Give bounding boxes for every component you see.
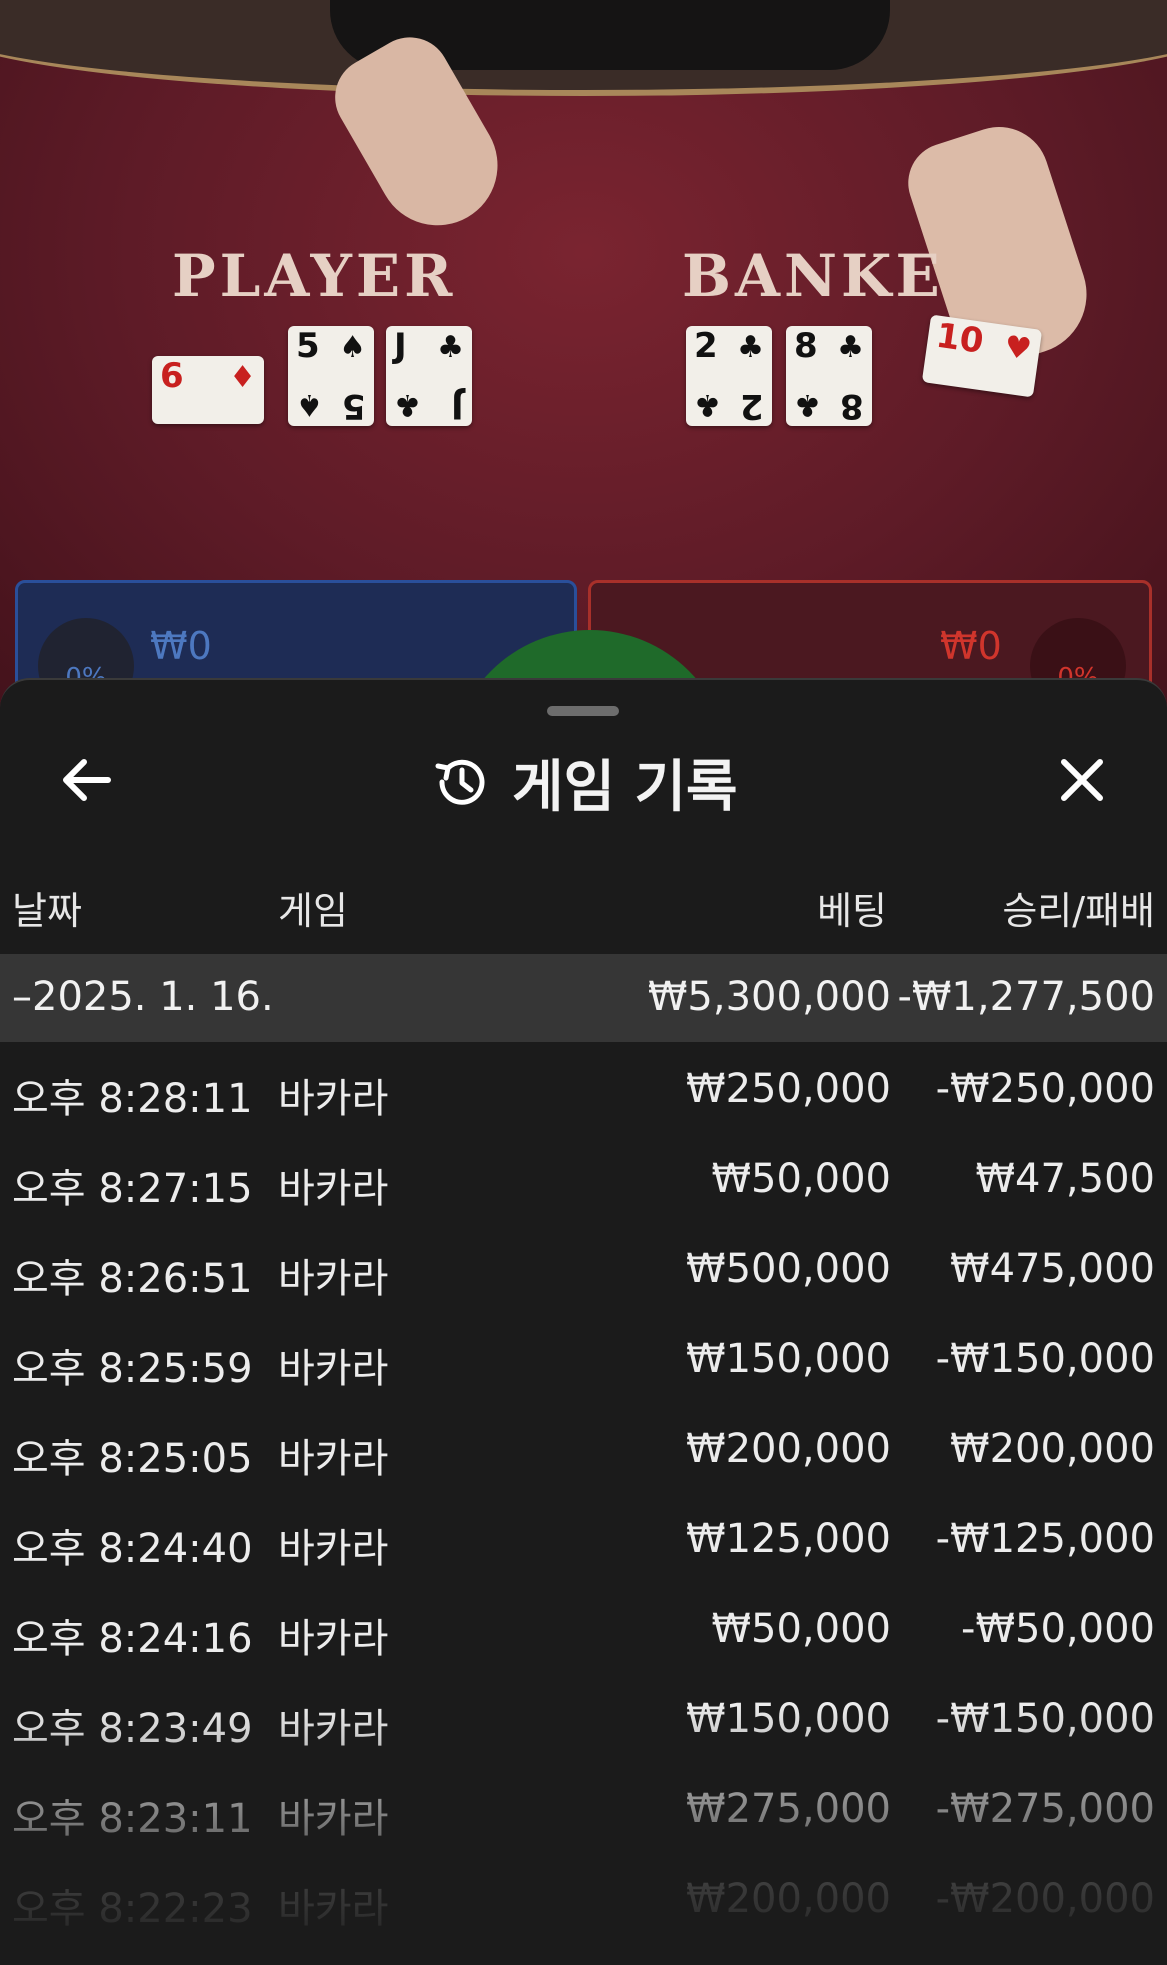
sheet-drag-handle[interactable] [547, 706, 619, 716]
row-time: 오후 8:23:49 [12, 1706, 253, 1752]
sheet-title: 게임 기록 [512, 754, 738, 820]
row-bet: ₩250,000 [686, 1066, 891, 1112]
row-game: 바카라 [278, 1886, 389, 1932]
history-list[interactable]: 오후 8:28:11 바카라 ₩250,000 -₩250,000 오후 8:2… [0, 1042, 1167, 1965]
live-table-video: PLAYER BANKE 6 ♦ 5 ♠ 5 ♠ J ♣ J ♣ 2 ♣ 2 ♣ 8 ♣ 8 ♣ … [0, 0, 1167, 720]
history-row[interactable]: 오후 8:27:15 바카라 ₩50,000 ₩47,500 [0, 1132, 1167, 1222]
row-time: 오후 8:28:11 [12, 1076, 253, 1122]
player-card-2: 5 ♠ 5 ♠ [288, 326, 374, 426]
history-row[interactable]: 오후 8:28:11 바카라 ₩250,000 -₩250,000 [0, 1042, 1167, 1132]
row-result: ₩47,500 [975, 1156, 1155, 1202]
row-result: -₩150,000 [935, 1696, 1155, 1742]
row-bet: ₩150,000 [686, 1336, 891, 1382]
arrow-left-icon[interactable] [56, 750, 116, 810]
row-bet: ₩275,000 [686, 1786, 891, 1832]
summary-bet-total: ₩5,300,000 [647, 974, 891, 1020]
history-row[interactable]: 오후 8:23:49 바카라 ₩150,000 -₩150,000 [0, 1672, 1167, 1762]
history-row[interactable]: 오후 8:25:05 바카라 ₩200,000 ₩200,000 [0, 1402, 1167, 1492]
row-result: -₩50,000 [961, 1606, 1155, 1652]
history-row[interactable]: 오후 8:25:59 바카라 ₩150,000 -₩150,000 [0, 1312, 1167, 1402]
player-card-3: J ♣ J ♣ [386, 326, 472, 426]
summary-win-loss-total: -₩1,277,500 [897, 974, 1155, 1020]
column-header-date: 날짜 [12, 889, 82, 933]
history-row[interactable]: 오후 8:23:11 바카라 ₩275,000 -₩275,000 [0, 1762, 1167, 1852]
row-game: 바카라 [278, 1346, 389, 1392]
history-row[interactable]: 오후 8:24:16 바카라 ₩50,000 -₩50,000 [0, 1582, 1167, 1672]
row-bet: ₩50,000 [711, 1156, 891, 1202]
column-header-win-loss: 승리/패배 [1002, 889, 1155, 933]
row-time: 오후 8:27:15 [12, 1166, 253, 1212]
row-game: 바카라 [278, 1166, 389, 1212]
column-header-game: 게임 [278, 889, 348, 933]
row-result: -₩275,000 [935, 1786, 1155, 1832]
column-header-bet: 베팅 [817, 889, 887, 933]
row-game: 바카라 [278, 1706, 389, 1752]
date-group-summary[interactable]: –2025. 1. 16. ₩5,300,000 -₩1,277,500 [0, 954, 1167, 1042]
row-result: -₩125,000 [935, 1516, 1155, 1562]
row-game: 바카라 [278, 1616, 389, 1662]
banker-bet-amount: ₩0 [940, 624, 1002, 668]
row-result: ₩200,000 [950, 1426, 1155, 1472]
history-row[interactable]: 오후 8:24:40 바카라 ₩125,000 -₩125,000 [0, 1492, 1167, 1582]
summary-date: –2025. 1. 16. [12, 974, 274, 1020]
row-time: 오후 8:23:11 [12, 1796, 253, 1842]
banker-card-1: 2 ♣ 2 ♣ [686, 326, 772, 426]
history-row[interactable]: 오후 8:26:51 바카라 ₩500,000 ₩475,000 [0, 1222, 1167, 1312]
row-bet: ₩150,000 [686, 1696, 891, 1742]
banker-card-3: 10 ♥ [921, 314, 1043, 398]
row-game: 바카라 [278, 1526, 389, 1572]
row-game: 바카라 [278, 1256, 389, 1302]
row-result: -₩150,000 [935, 1336, 1155, 1382]
sheet-header: 게임 기록 [430, 742, 738, 822]
row-bet: ₩50,000 [711, 1606, 891, 1652]
row-bet: ₩125,000 [686, 1516, 891, 1562]
player-bet-amount: ₩0 [150, 624, 212, 668]
player-zone-label: PLAYER [172, 242, 457, 310]
row-bet: ₩200,000 [686, 1876, 891, 1922]
row-game: 바카라 [278, 1796, 389, 1842]
row-time: 오후 8:22:23 [12, 1886, 253, 1932]
banker-card-2: 8 ♣ 8 ♣ [786, 326, 872, 426]
row-time: 오후 8:25:05 [12, 1436, 253, 1482]
game-history-sheet: 게임 기록 날짜 게임 베팅 승리/패배 –2025. 1. 16. ₩5,30… [0, 678, 1167, 1965]
history-clock-icon [435, 759, 485, 805]
history-row[interactable]: 오후 8:22:23 바카라 ₩200,000 -₩200,000 [0, 1852, 1167, 1942]
row-time: 오후 8:26:51 [12, 1256, 253, 1302]
row-result: -₩250,000 [935, 1066, 1155, 1112]
row-bet: ₩200,000 [686, 1426, 891, 1472]
row-game: 바카라 [278, 1076, 389, 1122]
row-time: 오후 8:24:40 [12, 1526, 253, 1572]
row-time: 오후 8:25:59 [12, 1346, 253, 1392]
close-icon[interactable] [1052, 750, 1112, 810]
row-result: -₩200,000 [935, 1876, 1155, 1922]
player-card-1: 6 ♦ [152, 356, 264, 424]
row-result: ₩475,000 [950, 1246, 1155, 1292]
row-bet: ₩500,000 [686, 1246, 891, 1292]
row-game: 바카라 [278, 1436, 389, 1482]
row-time: 오후 8:24:16 [12, 1616, 253, 1662]
banker-zone-label: BANKE [682, 242, 944, 310]
